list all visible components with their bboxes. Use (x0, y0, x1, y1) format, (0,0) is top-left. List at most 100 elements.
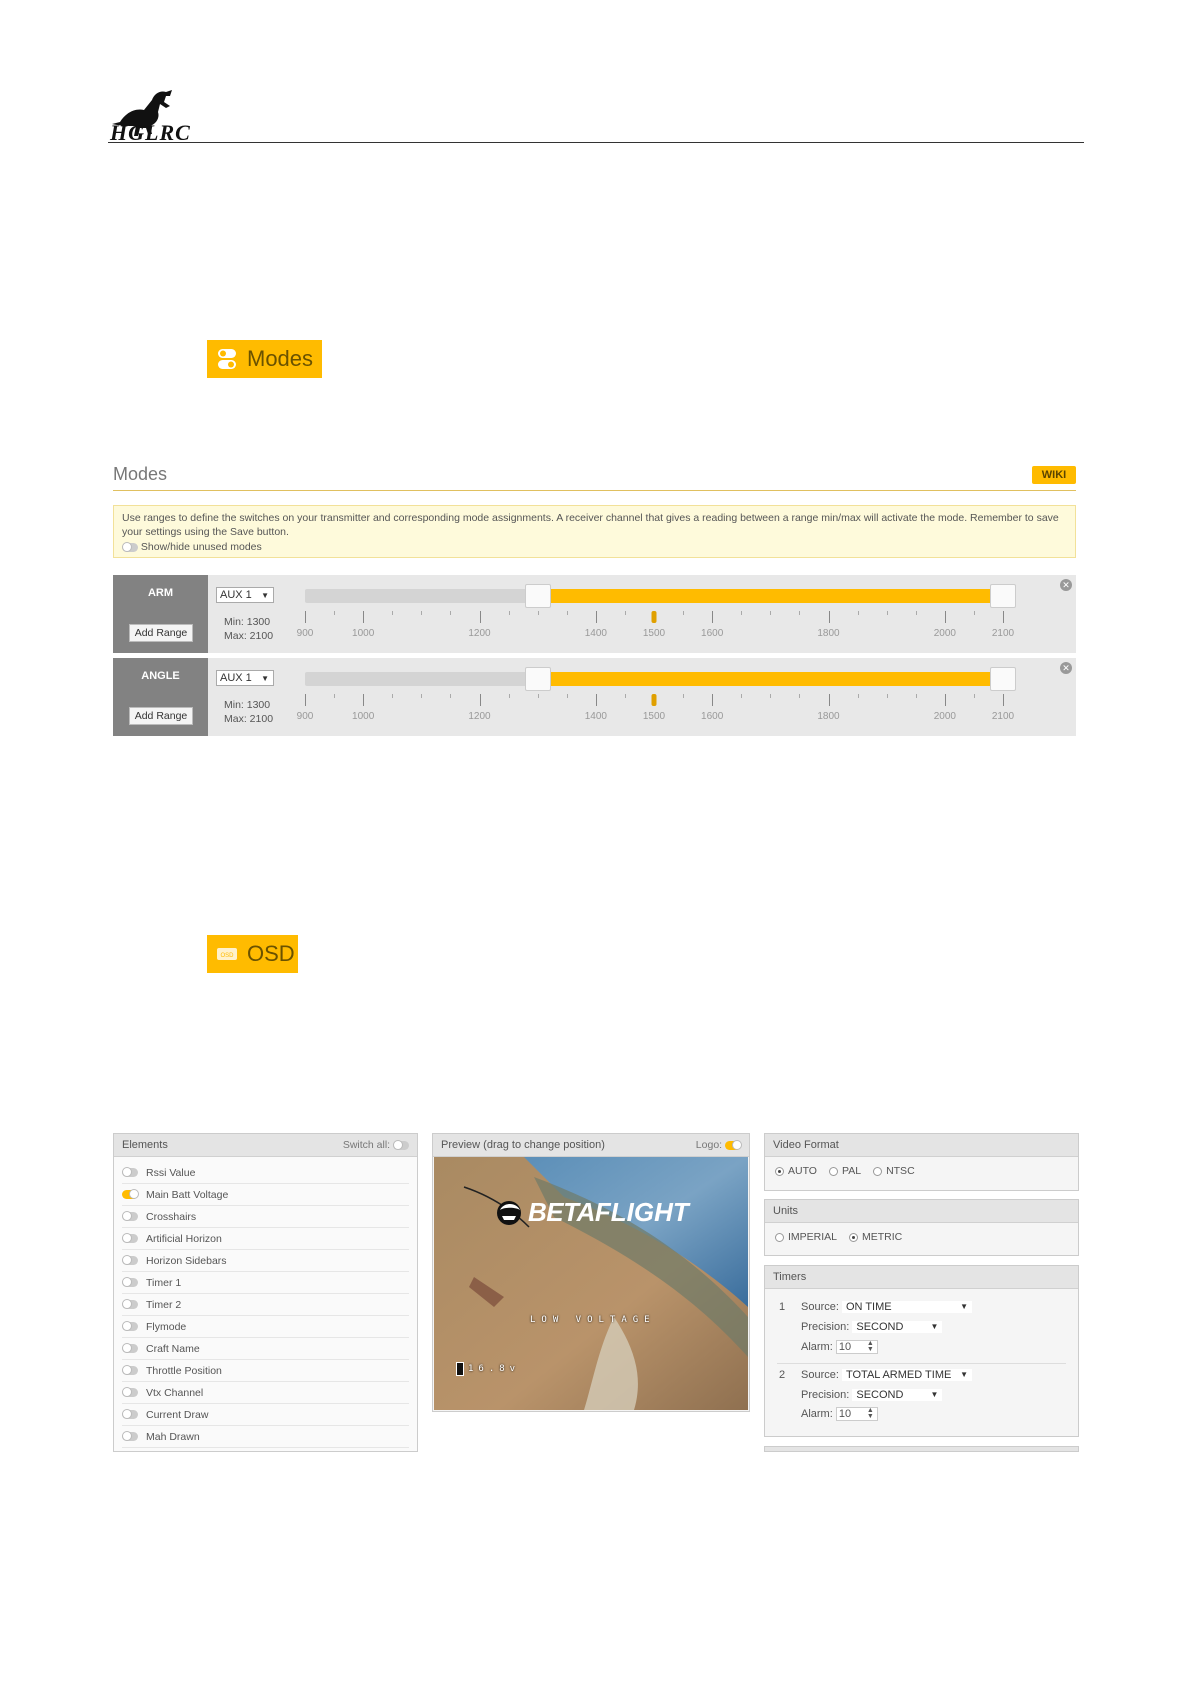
timer-alarm-input[interactable]: 10 ▲ ▼ (835, 1407, 878, 1421)
show-hide-unused-toggle[interactable] (122, 541, 138, 552)
video-format-options: AUTO PAL NTSC (765, 1157, 1078, 1185)
osd-element-toggle[interactable] (122, 1431, 138, 1441)
scale-minor-tick (886, 611, 888, 615)
range-min: Min: 1300 (224, 699, 271, 711)
scale-minor-tick (334, 694, 336, 698)
osd-element-row[interactable]: Timer 2 (122, 1294, 409, 1316)
timer-precision-select[interactable]: SECOND ▼ (852, 1321, 943, 1333)
osd-element-row[interactable]: Throttle Position (122, 1360, 409, 1382)
osd-element-row[interactable]: Crosshairs (122, 1206, 409, 1228)
osd-preview-canvas[interactable]: BETA FLIGHT LOW VOLTAGE 16.8v (434, 1157, 748, 1410)
timer-source-select[interactable]: ON TIME ▼ (841, 1301, 972, 1313)
video-format-option-ntsc[interactable]: NTSC (873, 1165, 915, 1177)
logo-toggle[interactable] (725, 1139, 742, 1150)
remove-range-icon[interactable]: ✕ (1060, 579, 1072, 591)
scale-major-tick (828, 694, 830, 706)
osd-element-row[interactable]: Gps Speed (122, 1448, 409, 1451)
range-slider-track[interactable] (305, 667, 1016, 691)
mode-sidebar: ANGLE Add Range (113, 658, 208, 736)
range-scale: 900 1000 1200 1400 1500 1600 1800 2000 2100 (297, 611, 1014, 651)
radio-button[interactable] (828, 1166, 838, 1176)
logo-label: Logo: (695, 1139, 723, 1151)
radio-label: IMPERIAL (788, 1231, 838, 1243)
scale-minor-tick (566, 694, 568, 698)
osd-element-row[interactable]: Current Draw (122, 1404, 409, 1426)
osd-element-row[interactable]: Timer 1 (122, 1272, 409, 1294)
osd-element-row[interactable]: Mah Drawn (122, 1426, 409, 1448)
scale-tick-label: 1600 (701, 711, 724, 722)
video-format-option-pal[interactable]: PAL (828, 1165, 861, 1177)
precision-label: Precision: (801, 1321, 850, 1333)
osd-element-toggle[interactable] (122, 1233, 138, 1243)
scale-major-tick (1003, 694, 1004, 706)
remove-range-icon[interactable]: ✕ (1060, 662, 1072, 674)
osd-element-toggle[interactable] (122, 1277, 138, 1287)
timer-source-select[interactable]: TOTAL ARMED TIME ▼ (841, 1369, 972, 1381)
radio-button[interactable] (849, 1232, 859, 1242)
spinner-arrows-icon[interactable]: ▲ ▼ (867, 1340, 874, 1353)
wiki-button[interactable]: WIKI (1032, 466, 1076, 484)
range-max-handle[interactable] (990, 667, 1016, 691)
range-min-handle[interactable] (524, 584, 551, 608)
channel-select[interactable]: AUX 1 ▼ (216, 587, 274, 603)
osd-element-toggle[interactable] (122, 1211, 138, 1221)
scale-tick-label: 1000 (352, 711, 375, 722)
osd-element-row[interactable]: Flymode (122, 1316, 409, 1338)
osd-element-toggle[interactable] (122, 1343, 138, 1353)
video-format-option-auto[interactable]: AUTO (775, 1165, 817, 1177)
timer-alarm-input[interactable]: 10 ▲ ▼ (835, 1340, 878, 1354)
timer-alarm-row: Alarm: 10 ▲ ▼ (801, 1407, 878, 1421)
osd-warning-text[interactable]: LOW VOLTAGE (530, 1315, 656, 1325)
scale-minor-tick (566, 611, 568, 615)
osd-element-row[interactable]: Rssi Value (122, 1162, 409, 1184)
osd-main-batt-voltage[interactable]: 16.8v (456, 1362, 520, 1376)
osd-element-toggle[interactable] (122, 1167, 138, 1177)
betaflight-logo-beta: BETA (528, 1197, 595, 1227)
radio-button[interactable] (775, 1232, 784, 1242)
osd-element-toggle[interactable] (122, 1387, 138, 1397)
timer-alarm-row: Alarm: 10 ▲ ▼ (801, 1340, 878, 1354)
timer-source-row: Source: ON TIME ▼ (801, 1301, 972, 1313)
osd-element-row[interactable]: Craft Name (122, 1338, 409, 1360)
range-min-handle[interactable] (524, 667, 551, 691)
add-range-button[interactable]: Add Range (129, 624, 193, 642)
osd-element-toggle[interactable] (122, 1365, 138, 1375)
add-range-button[interactable]: Add Range (129, 707, 193, 725)
units-option-metric[interactable]: METRIC (849, 1231, 902, 1243)
scale-tick-label: 1400 (584, 628, 607, 639)
scale-minor-tick (915, 611, 917, 615)
osd-element-toggle[interactable] (122, 1299, 138, 1309)
osd-element-row[interactable]: Main Batt Voltage (122, 1184, 409, 1206)
units-option-imperial[interactable]: IMPERIAL (775, 1231, 837, 1243)
channel-select[interactable]: AUX 1 ▼ (216, 670, 274, 686)
osd-element-toggle[interactable] (122, 1255, 138, 1265)
range-min: Min: 1300 (224, 616, 271, 628)
osd-element-toggle[interactable] (122, 1321, 138, 1331)
source-label: Source: (801, 1301, 839, 1313)
radio-button[interactable] (775, 1166, 784, 1176)
select-value: TOTAL ARMED TIME (845, 1369, 952, 1381)
range-values: Min: 1300 Max: 2100 (224, 698, 273, 726)
modes-tab-button[interactable]: Modes (207, 340, 322, 378)
osd-element-toggle[interactable] (122, 1409, 138, 1419)
timer-precision-select[interactable]: SECOND ▼ (852, 1389, 943, 1401)
source-label: Source: (801, 1369, 839, 1381)
range-slider-track[interactable] (305, 584, 1016, 608)
show-hide-unused-label: Show/hide unused modes (140, 541, 262, 553)
range-max-handle[interactable] (990, 584, 1016, 608)
scale-tick-label: 1000 (352, 628, 375, 639)
osd-element-row[interactable]: Vtx Channel (122, 1382, 409, 1404)
osd-element-list: Rssi Value Main Batt Voltage Crosshairs Art… (114, 1157, 417, 1451)
osd-voltage-value: 16.8v (468, 1364, 521, 1374)
header-divider (108, 142, 1084, 143)
osd-element-row[interactable]: Horizon Sidebars (122, 1250, 409, 1272)
switch-all-toggle[interactable] (393, 1139, 409, 1150)
scale-major-tick (944, 611, 946, 623)
osd-element-toggle[interactable] (122, 1189, 139, 1199)
scale-major-tick (712, 694, 714, 706)
osd-element-row[interactable]: Artificial Horizon (122, 1228, 409, 1250)
betaflight-logo-flight: FLIGHT (594, 1197, 689, 1227)
osd-tab-button[interactable]: OSD OSD (207, 935, 298, 973)
spinner-arrows-icon[interactable]: ▲ ▼ (867, 1407, 874, 1420)
radio-button[interactable] (873, 1166, 883, 1176)
